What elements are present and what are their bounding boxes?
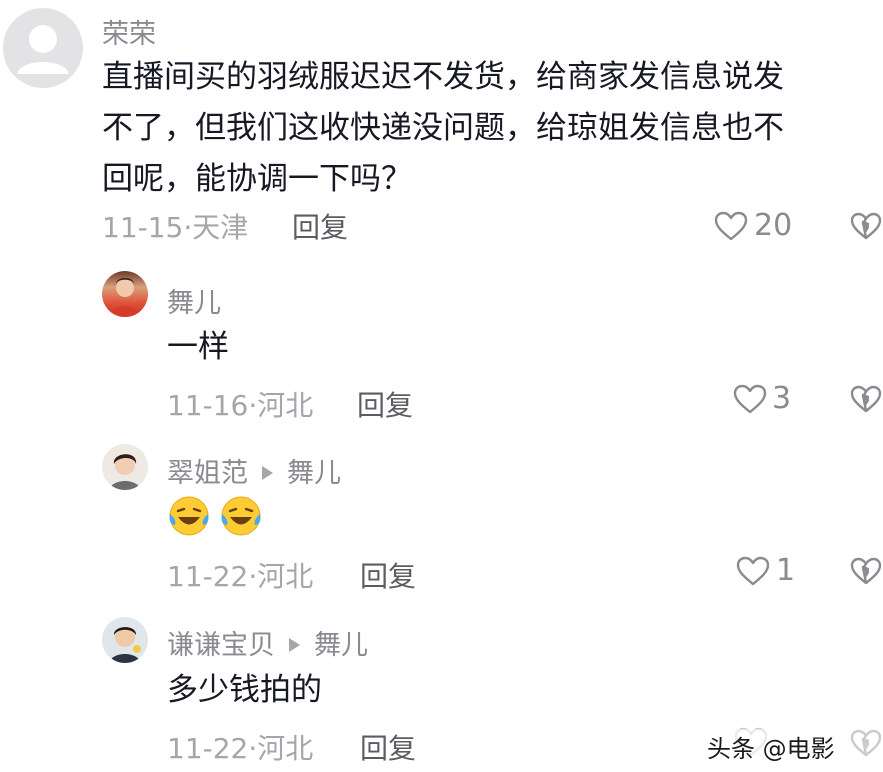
avatar-photo[interactable] xyxy=(102,271,148,317)
comment-username[interactable]: 舞儿 xyxy=(167,281,221,320)
triangle-right-icon xyxy=(289,638,300,652)
comment-date-location: 11-22·河北 xyxy=(167,732,314,765)
user-photo-icon xyxy=(109,627,141,663)
comment-date-location: 11-16·河北 xyxy=(167,389,314,422)
reply-button[interactable]: 回复 xyxy=(357,384,413,424)
heart-outline-icon[interactable] xyxy=(713,210,749,242)
comment-username[interactable]: 谦谦宝贝 舞儿 xyxy=(167,623,368,662)
watermark: 头条 @电影 xyxy=(703,729,839,764)
triangle-right-icon xyxy=(262,466,273,480)
default-user-icon xyxy=(17,25,69,74)
reply-button[interactable]: 回复 xyxy=(360,555,416,595)
like-count: 20 xyxy=(754,208,793,243)
avatar-photo[interactable] xyxy=(102,617,148,663)
comment-username[interactable]: 荣荣 xyxy=(102,12,156,51)
reply-to-username[interactable]: 舞儿 xyxy=(287,458,341,489)
heart-outline-icon[interactable] xyxy=(735,555,771,587)
comment-text: 直播间买的羽绒服迟迟不发货，给商家发信息说发 xyxy=(102,59,784,95)
avatar-default[interactable] xyxy=(3,8,83,88)
laughing-tears-emoji xyxy=(169,496,209,536)
reply-to-username[interactable]: 舞儿 xyxy=(314,630,368,661)
avatar-photo[interactable] xyxy=(102,444,148,490)
like-count: 3 xyxy=(772,381,792,416)
comment-text: 一样 xyxy=(167,329,229,365)
comment-date-location: 11-15·天津 xyxy=(102,211,249,244)
reply-button[interactable]: 回复 xyxy=(292,206,348,246)
user-photo-icon xyxy=(108,278,142,317)
broken-heart-icon[interactable] xyxy=(849,728,883,758)
comment-username-text[interactable]: 谦谦宝贝 xyxy=(167,630,275,661)
comment-username-text[interactable]: 翠姐范 xyxy=(167,458,248,489)
laughing-tears-emoji xyxy=(221,496,261,536)
comment-username[interactable]: 翠姐范 舞儿 xyxy=(167,451,341,490)
broken-heart-icon[interactable] xyxy=(849,556,883,586)
like-count: 1 xyxy=(776,553,796,588)
comment-text: 多少钱拍的 xyxy=(167,672,322,708)
reply-button[interactable]: 回复 xyxy=(360,727,416,767)
broken-heart-icon[interactable] xyxy=(849,211,883,241)
user-photo-icon xyxy=(109,454,141,490)
broken-heart-icon[interactable] xyxy=(849,384,883,414)
heart-outline-icon[interactable] xyxy=(732,383,768,415)
comment-text: 回呢，能协调一下吗？ xyxy=(102,161,412,197)
comment-text: 不了，但我们这收快递没问题，给琼姐发信息也不 xyxy=(102,110,784,146)
comment-date-location: 11-22·河北 xyxy=(167,560,314,593)
